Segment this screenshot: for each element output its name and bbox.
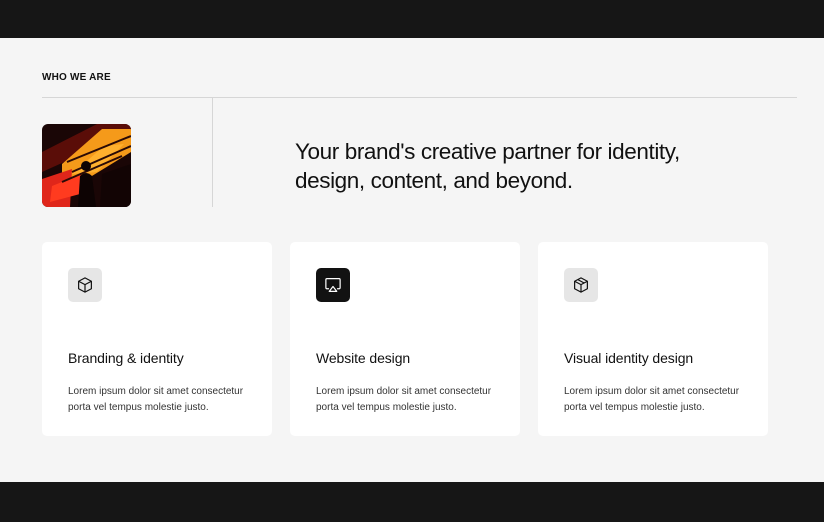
bottom-dark-bar <box>0 482 824 522</box>
service-card-visual-identity[interactable]: Visual identity design Lorem ipsum dolor… <box>538 242 768 436</box>
cube-icon <box>68 268 102 302</box>
service-title: Website design <box>316 350 411 366</box>
vertical-divider <box>212 98 213 207</box>
service-description: Lorem ipsum dolor sit amet consectetur p… <box>68 386 244 413</box>
service-title: Branding & identity <box>68 350 184 366</box>
who-we-are-section: WHO WE ARE Your brand's creative partner… <box>0 38 824 482</box>
team-photo <box>42 124 131 207</box>
service-card-website[interactable]: Website design Lorem ipsum dolor sit ame… <box>290 242 520 436</box>
top-dark-bar <box>0 0 824 38</box>
airplay-icon <box>316 268 350 302</box>
stairwell-photo-image <box>42 124 131 207</box>
section-headline: Your brand's creative partner for identi… <box>295 139 680 193</box>
service-description: Lorem ipsum dolor sit amet consectetur p… <box>564 386 740 413</box>
section-eyebrow: WHO WE ARE <box>42 72 111 83</box>
service-card-branding[interactable]: Branding & identity Lorem ipsum dolor si… <box>42 242 272 436</box>
horizontal-divider <box>42 97 797 98</box>
service-title: Visual identity design <box>564 350 694 366</box>
service-description: Lorem ipsum dolor sit amet consectetur p… <box>316 386 492 413</box>
package-icon <box>564 268 598 302</box>
